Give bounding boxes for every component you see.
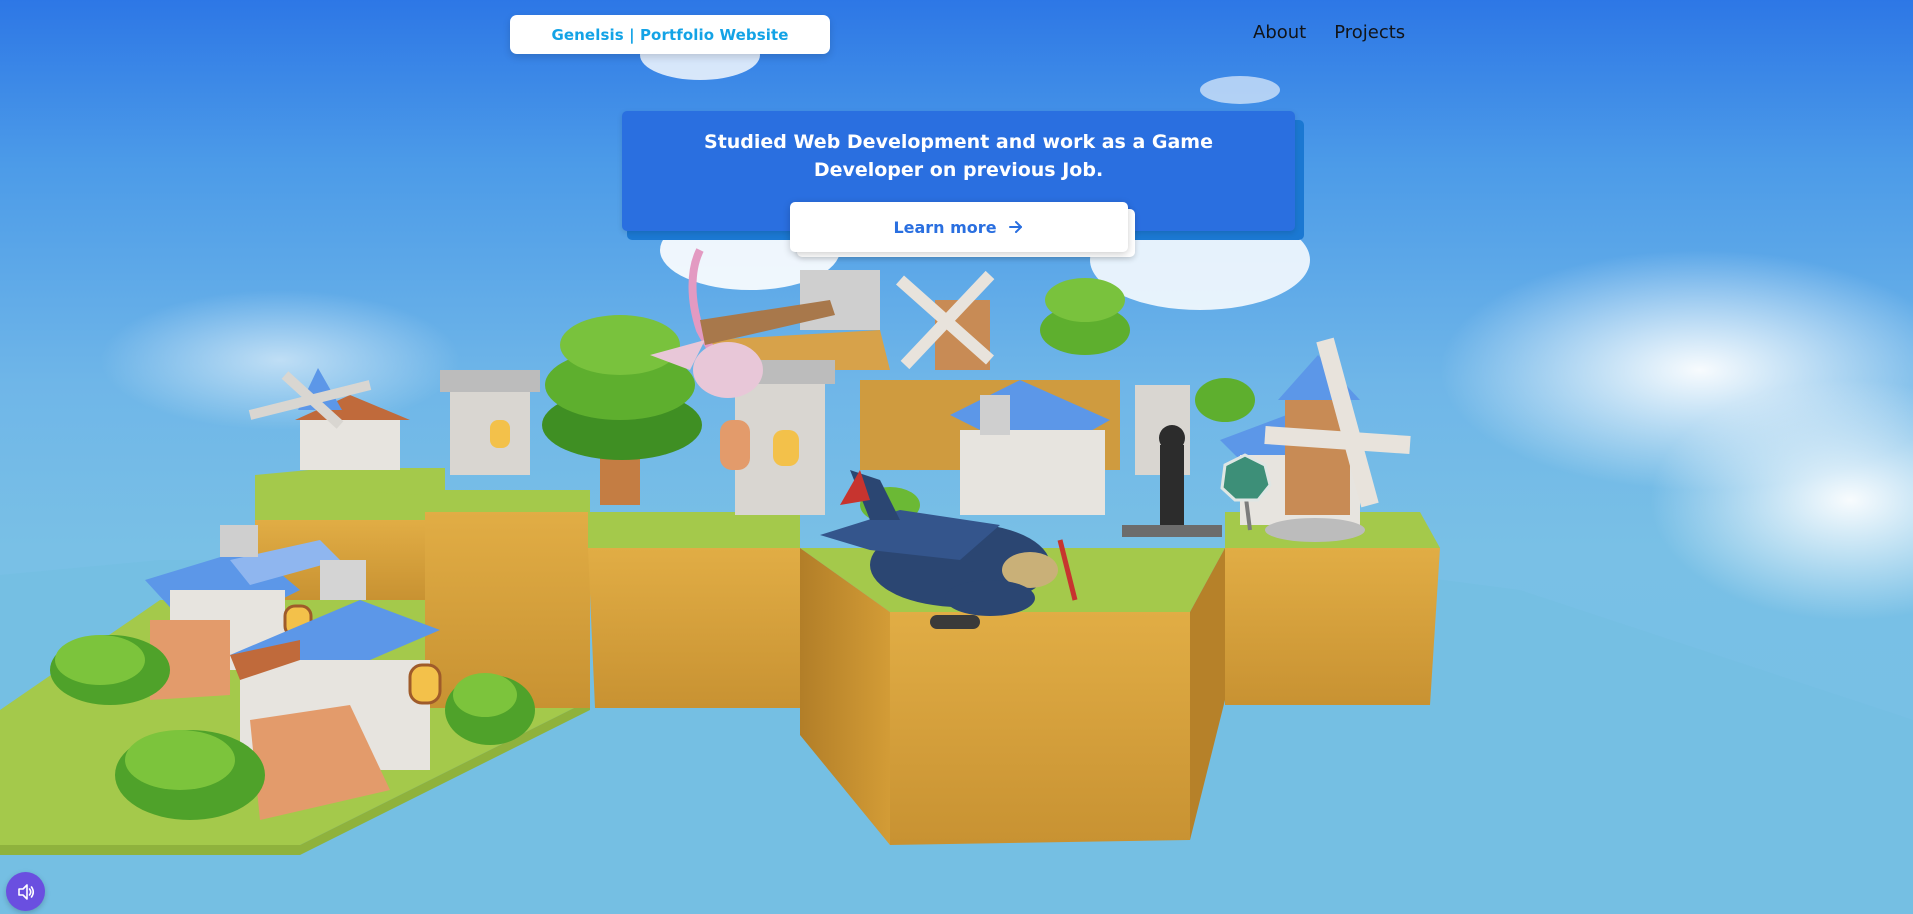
nav-link-projects[interactable]: Projects	[1334, 22, 1405, 43]
brand-title: Genelsis | Portfolio Website	[551, 25, 789, 44]
learn-more-label: Learn more	[893, 217, 997, 237]
speaker-icon	[16, 882, 36, 902]
sound-toggle-button[interactable]	[6, 872, 45, 911]
nav-link-about[interactable]: About	[1253, 22, 1306, 43]
windmill-right	[1264, 337, 1411, 542]
windmill-center	[896, 270, 995, 370]
brand-logo-link[interactable]: Genelsis | Portfolio Website	[510, 15, 830, 54]
main-nav: About Projects	[1253, 22, 1405, 43]
learn-more-button[interactable]: Learn more	[790, 202, 1128, 252]
arrow-right-icon	[1007, 218, 1025, 236]
hero-message: Studied Web Development and work as a Ga…	[704, 131, 1213, 181]
